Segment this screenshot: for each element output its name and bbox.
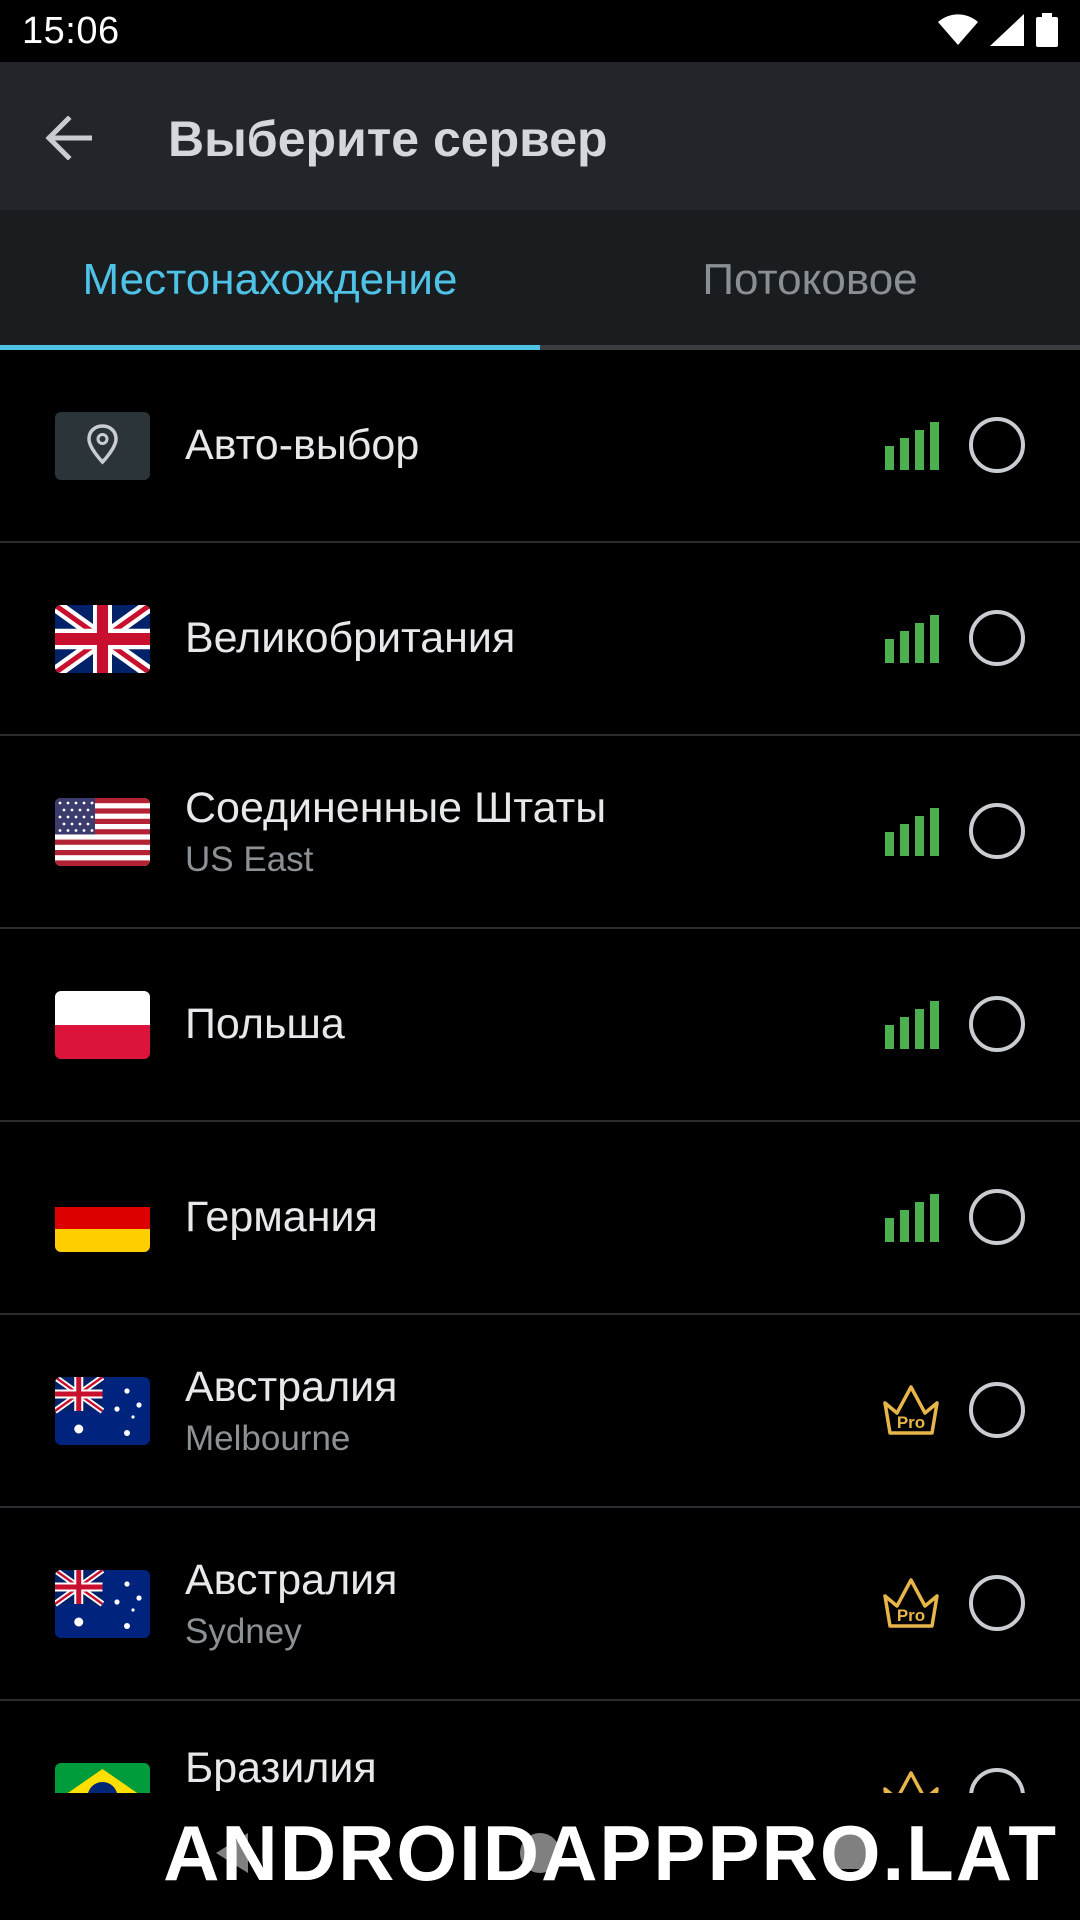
signal-strength-icon — [885, 422, 939, 470]
us-flag-icon — [55, 798, 150, 866]
pro-crown-icon: Pro — [880, 1574, 942, 1632]
au-flag-icon — [55, 1377, 150, 1445]
status-time: 15:06 — [22, 10, 120, 52]
signal-strength-icon — [885, 808, 939, 856]
server-radio[interactable] — [969, 417, 1025, 473]
server-row-au-sydney[interactable]: Австралия Sydney Pro — [0, 1508, 1080, 1701]
server-list[interactable]: Авто-выбор Великобритания Соединенные Шт… — [0, 350, 1080, 1793]
br-flag-icon — [55, 1763, 150, 1793]
arrow-back-icon — [45, 116, 92, 160]
server-row-auto[interactable]: Авто-выбор — [0, 350, 1080, 543]
server-name: Польша — [185, 999, 345, 1048]
server-radio[interactable] — [969, 996, 1025, 1052]
de-flag-icon — [55, 1184, 150, 1252]
location-pin-icon — [55, 412, 150, 480]
server-name: Великобритания — [185, 613, 516, 662]
pro-label: Pro — [897, 1606, 925, 1625]
pro-label: Pro — [897, 1413, 925, 1432]
server-radio[interactable] — [969, 1575, 1025, 1631]
server-radio[interactable] — [969, 1382, 1025, 1438]
pro-crown-icon: Pro — [880, 1381, 942, 1439]
status-bar: 15:06 — [0, 0, 1080, 62]
uk-flag-icon — [55, 605, 150, 673]
tab-location[interactable]: Местонахождение — [0, 210, 540, 350]
tab-bar: Местонахождение Потоковое — [0, 210, 1080, 350]
status-icons — [938, 12, 1058, 48]
tab-streaming[interactable]: Потоковое — [540, 210, 1080, 350]
server-name: Австралия — [185, 1362, 398, 1411]
server-row-uk[interactable]: Великобритания — [0, 543, 1080, 736]
server-radio[interactable] — [969, 1189, 1025, 1245]
cell-signal-icon — [990, 14, 1024, 46]
page-title: Выберите сервер — [168, 111, 608, 167]
tab-streaming-label: Потоковое — [702, 255, 918, 304]
server-radio[interactable] — [969, 1768, 1025, 1793]
server-radio[interactable] — [969, 610, 1025, 666]
server-name: Австралия — [185, 1555, 398, 1604]
server-name: Авто-выбор — [185, 420, 420, 469]
watermark-text: ANDROIDAPPPRO.LAT — [163, 1809, 1058, 1897]
server-row-us[interactable]: Соединенные Штаты US East — [0, 736, 1080, 929]
battery-icon — [1036, 13, 1058, 47]
tab-location-label: Местонахождение — [82, 255, 458, 304]
server-row-au-melbourne[interactable]: Австралия Melbourne Pro — [0, 1315, 1080, 1508]
signal-strength-icon — [885, 1194, 939, 1242]
au-flag-icon — [55, 1570, 150, 1638]
server-location: Melbourne — [185, 1419, 351, 1459]
server-row-de[interactable]: Германия — [0, 1122, 1080, 1315]
pl-flag-icon — [55, 991, 150, 1059]
server-name: Соединенные Штаты — [185, 783, 607, 832]
server-row-br[interactable]: Бразилия Pro — [0, 1701, 1080, 1793]
server-row-pl[interactable]: Польша — [0, 929, 1080, 1122]
wifi-icon — [938, 14, 978, 45]
signal-strength-icon — [885, 1001, 939, 1049]
server-location: US East — [185, 840, 314, 880]
pro-crown-icon: Pro — [880, 1767, 942, 1793]
server-name: Германия — [185, 1192, 378, 1241]
server-name: Бразилия — [185, 1744, 377, 1792]
server-radio[interactable] — [969, 803, 1025, 859]
signal-strength-icon — [885, 615, 939, 663]
app-bar: Выберите сервер — [0, 62, 1080, 210]
server-location: Sydney — [185, 1612, 302, 1652]
back-button[interactable] — [30, 102, 106, 174]
